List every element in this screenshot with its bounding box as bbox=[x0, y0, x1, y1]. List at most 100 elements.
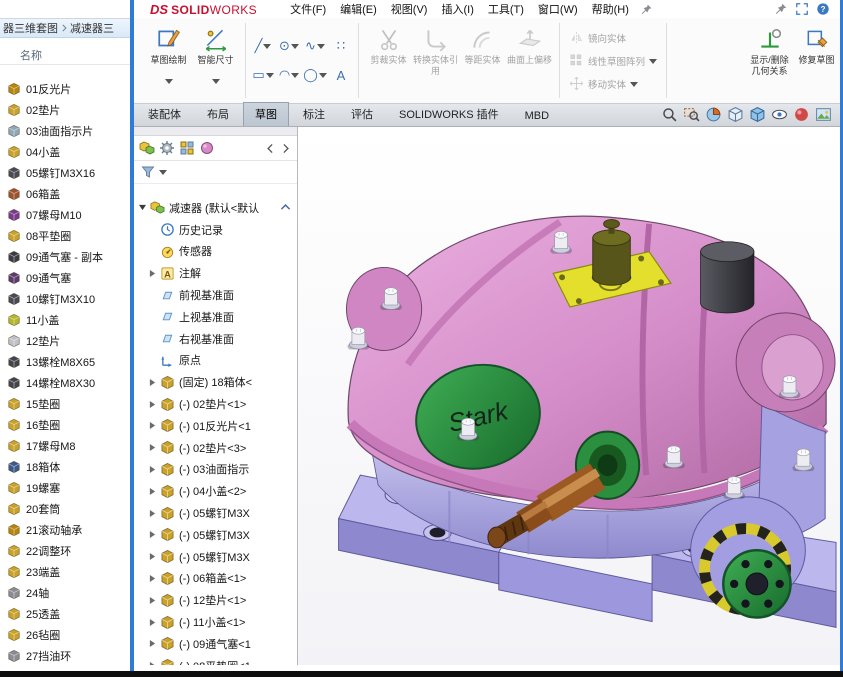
collapse-panel-icon[interactable] bbox=[279, 201, 292, 214]
tab-2[interactable]: 草图 bbox=[243, 102, 289, 126]
text-tool-icon[interactable]: A bbox=[329, 62, 353, 89]
circle-tool-icon[interactable]: ⊙ bbox=[277, 33, 301, 60]
tree-item[interactable]: 右视基准面 bbox=[134, 328, 297, 350]
expand-arrow-icon[interactable] bbox=[149, 356, 159, 365]
expand-arrow-icon[interactable] bbox=[149, 443, 159, 452]
tree-item[interactable]: (-) 02垫片<1> bbox=[134, 393, 297, 415]
menu-pin-icon[interactable] bbox=[640, 3, 653, 16]
breadcrumb[interactable]: 器三维套图 减速器三 bbox=[0, 18, 130, 38]
expand-arrow-icon[interactable] bbox=[149, 378, 159, 387]
tab-1[interactable]: 布局 bbox=[195, 102, 241, 126]
tree-item[interactable]: 上视基准面 bbox=[134, 306, 297, 328]
appearance-icon[interactable] bbox=[793, 106, 810, 123]
file-list-item[interactable]: 09通气塞 - 副本 bbox=[0, 246, 130, 267]
file-list-item[interactable]: 12垫片 bbox=[0, 330, 130, 351]
input-cylinder[interactable] bbox=[701, 242, 754, 313]
ribbon-button[interactable]: 剪裁实体 bbox=[365, 21, 412, 100]
expand-arrow-icon[interactable] bbox=[149, 291, 159, 300]
file-list-item[interactable]: 14螺栓M8X30 bbox=[0, 372, 130, 393]
filter-caret-icon[interactable] bbox=[159, 169, 167, 175]
scene-icon[interactable] bbox=[815, 106, 832, 123]
tree-item[interactable]: A注解 bbox=[134, 262, 297, 284]
expand-arrow-icon[interactable] bbox=[149, 618, 159, 627]
file-list-item[interactable]: 06箱盖 bbox=[0, 183, 130, 204]
menu-item-5[interactable]: 窗口(W) bbox=[531, 0, 585, 18]
zoom-fit-icon[interactable] bbox=[661, 106, 678, 123]
file-list-item[interactable]: 02垫片 bbox=[0, 99, 130, 120]
expand-arrow-icon[interactable] bbox=[149, 661, 159, 665]
file-list-item[interactable]: 23端盖 bbox=[0, 561, 130, 582]
expand-arrow-icon[interactable] bbox=[149, 530, 159, 539]
expand-arrow-icon[interactable] bbox=[149, 334, 159, 343]
file-list-item[interactable]: 21滚动轴承 bbox=[0, 519, 130, 540]
expand-arrow-icon[interactable] bbox=[149, 596, 159, 605]
menu-item-1[interactable]: 编辑(E) bbox=[333, 0, 384, 18]
view-orientation-icon[interactable] bbox=[727, 106, 744, 123]
expand-arrow-icon[interactable] bbox=[149, 552, 159, 561]
tree-item[interactable]: (固定) 18箱体< bbox=[134, 371, 297, 393]
expand-arrow-icon[interactable] bbox=[149, 400, 159, 409]
chev-left-icon[interactable] bbox=[264, 142, 277, 155]
line-tool-icon[interactable]: ╱ bbox=[251, 33, 275, 60]
pin-icon[interactable] bbox=[774, 2, 788, 16]
ribbon-button[interactable]: 等距实体 bbox=[459, 21, 506, 100]
tree-item[interactable]: (-) 06箱盖<1> bbox=[134, 568, 297, 590]
expand-arrow-icon[interactable] bbox=[149, 225, 159, 234]
tree-item[interactable]: 历史记录 bbox=[134, 219, 297, 241]
gearbox-model[interactable]: Stark bbox=[298, 127, 840, 665]
tree-item[interactable]: 原点 bbox=[134, 350, 297, 372]
expand-arrow-icon[interactable] bbox=[149, 465, 159, 474]
tree-item[interactable]: (-) 09通气塞<1 bbox=[134, 633, 297, 655]
file-list-item[interactable]: 20套筒 bbox=[0, 498, 130, 519]
tree-item[interactable]: (-) 05螺钉M3X bbox=[134, 502, 297, 524]
display-style-icon[interactable] bbox=[749, 106, 766, 123]
ribbon-stack-button[interactable]: 镜向实体 bbox=[565, 28, 661, 48]
display-manager-tab[interactable] bbox=[199, 140, 215, 156]
file-list-item[interactable]: 26毡圈 bbox=[0, 624, 130, 645]
expand-arrow-icon[interactable] bbox=[149, 421, 159, 430]
tree-item[interactable]: (-) 12垫片<1> bbox=[134, 589, 297, 611]
ribbon-stack-button[interactable]: 线性草图阵列 bbox=[565, 51, 661, 71]
panel-splitbar[interactable] bbox=[134, 127, 297, 136]
menu-item-4[interactable]: 工具(T) bbox=[481, 0, 531, 18]
expand-arrow-icon[interactable] bbox=[149, 574, 159, 583]
menu-item-3[interactable]: 插入(I) bbox=[434, 0, 480, 18]
ribbon-big-button[interactable]: 草图绘制 bbox=[145, 21, 192, 100]
file-list-item[interactable]: 19螺塞 bbox=[0, 477, 130, 498]
expand-arrow-icon[interactable] bbox=[149, 312, 159, 321]
tab-0[interactable]: 装配体 bbox=[136, 102, 193, 126]
feature-manager-tab[interactable] bbox=[139, 140, 155, 156]
arc-tool-icon[interactable]: ◠ bbox=[277, 62, 301, 89]
section-view-icon[interactable] bbox=[705, 106, 722, 123]
expand-arrow-icon[interactable] bbox=[139, 203, 149, 212]
expand-arrow-icon[interactable] bbox=[149, 639, 159, 648]
spline-tool-icon[interactable]: ∿ bbox=[303, 33, 327, 60]
breadcrumb-folder-current[interactable]: 减速器三 bbox=[70, 20, 114, 36]
tree-item[interactable]: (-) 05螺钉M3X bbox=[134, 546, 297, 568]
graphics-area[interactable]: Stark bbox=[298, 127, 840, 665]
ribbon-button[interactable]: 修复草图 bbox=[793, 21, 840, 100]
tab-6[interactable]: MBD bbox=[513, 106, 561, 126]
tree-item[interactable]: (-) 05螺钉M3X bbox=[134, 524, 297, 546]
file-list-item[interactable]: 04小盖 bbox=[0, 141, 130, 162]
hide-show-icon[interactable] bbox=[771, 106, 788, 123]
file-list-item[interactable]: 18箱体 bbox=[0, 456, 130, 477]
tab-4[interactable]: 评估 bbox=[339, 102, 385, 126]
configuration-manager-tab[interactable] bbox=[179, 140, 195, 156]
file-list-item[interactable]: 25透盖 bbox=[0, 603, 130, 624]
file-list-item[interactable]: 05螺钉M3X16 bbox=[0, 162, 130, 183]
expand-arrow-icon[interactable] bbox=[149, 487, 159, 496]
menu-item-0[interactable]: 文件(F) bbox=[283, 0, 333, 18]
file-list-item[interactable]: 24轴 bbox=[0, 582, 130, 603]
name-column-header[interactable]: 名称 bbox=[0, 46, 130, 65]
point-tool-icon[interactable]: ∷ bbox=[329, 33, 353, 60]
tree-item[interactable]: (-) 02垫片<3> bbox=[134, 437, 297, 459]
file-list-item[interactable]: 10螺钉M3X10 bbox=[0, 288, 130, 309]
menu-item-6[interactable]: 帮助(H) bbox=[585, 0, 636, 18]
rectangle-tool-icon[interactable]: ▭ bbox=[251, 62, 275, 89]
file-list-item[interactable]: 09通气塞 bbox=[0, 267, 130, 288]
expand-arrow-icon[interactable] bbox=[149, 509, 159, 518]
tree-item[interactable]: (-) 03油面指示 bbox=[134, 459, 297, 481]
ribbon-button[interactable]: 显示/删除几何关系 bbox=[746, 21, 793, 100]
zoom-area-icon[interactable] bbox=[683, 106, 700, 123]
